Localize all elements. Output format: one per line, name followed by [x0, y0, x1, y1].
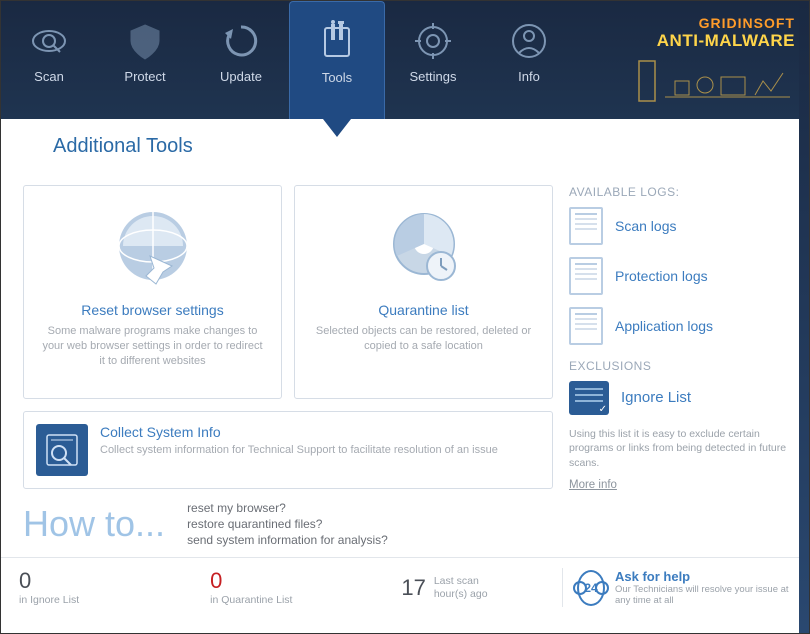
how-to-item[interactable]: reset my browser?: [187, 501, 388, 515]
stat-count: 17: [401, 577, 425, 599]
scan-logs-link[interactable]: Scan logs: [569, 207, 787, 245]
exclusions-heading: EXCLUSIONS: [569, 359, 787, 373]
exclusions-desc: Using this list it is easy to exclude ce…: [569, 427, 787, 471]
how-to-item[interactable]: send system information for analysis?: [187, 533, 388, 547]
more-info-link[interactable]: More info: [569, 479, 787, 491]
globe-reset-icon: [108, 204, 198, 294]
card-title: Collect System Info: [100, 424, 498, 440]
reset-browser-card[interactable]: Reset browser settings Some malware prog…: [23, 185, 282, 399]
content-area: Additional Tools Reset browser settings …: [1, 119, 809, 557]
tools-panel: Reset browser settings Some malware prog…: [23, 185, 553, 558]
main-tabs: Scan Protect Update Tools Settings: [1, 1, 577, 119]
tab-protect[interactable]: Protect: [97, 11, 193, 111]
brand-bottom: ANTI-MALWARE: [635, 31, 795, 51]
how-to-item[interactable]: restore quarantined files?: [187, 517, 388, 531]
help-title: Ask for help: [615, 569, 791, 584]
stat-count: 0: [19, 570, 202, 592]
tab-tools[interactable]: Tools: [289, 1, 385, 119]
tab-label: Update: [220, 69, 262, 84]
tab-info[interactable]: Info: [481, 11, 577, 111]
scan-log-icon: [569, 207, 603, 245]
exclusions-label: Ignore List: [621, 389, 691, 406]
stat-label: in Quarantine List: [210, 594, 393, 606]
quarantine-card[interactable]: Quarantine list Selected objects can be …: [294, 185, 553, 399]
brand-illustration-icon: [635, 57, 795, 105]
tab-label: Tools: [322, 70, 352, 85]
application-logs-link[interactable]: Application logs: [569, 307, 787, 345]
gear-icon: [411, 19, 455, 63]
tab-label: Scan: [34, 69, 64, 84]
status-bar: 0 in Ignore List 0 in Quarantine List 17…: [1, 557, 809, 617]
how-to-heading: How to...: [23, 503, 165, 545]
tools-icon: [315, 20, 359, 64]
tab-update[interactable]: Update: [193, 11, 289, 111]
app-log-icon: [569, 307, 603, 345]
card-title: Reset browser settings: [81, 302, 223, 318]
brand-top: GRIDINSOFT: [635, 15, 795, 31]
card-desc: Collect system information for Technical…: [100, 443, 498, 458]
ask-for-help[interactable]: 24 Ask for help Our Technicians will res…: [562, 568, 791, 607]
brand: GRIDINSOFT ANTI-MALWARE: [635, 15, 795, 110]
last-scan-line: hour(s) ago: [434, 588, 488, 601]
stat-count: 0: [210, 570, 393, 592]
collect-system-info-card[interactable]: Collect System Info Collect system infor…: [23, 411, 553, 489]
tab-label: Settings: [410, 69, 457, 84]
user-icon: [507, 19, 551, 63]
window-edge: [799, 1, 809, 633]
last-scan-line: Last scan: [434, 575, 488, 588]
card-desc: Some malware programs make changes to yo…: [34, 324, 271, 370]
last-scan-stat: 17 Last scan hour(s) ago: [401, 568, 554, 607]
log-label: Application logs: [615, 318, 713, 334]
tab-settings[interactable]: Settings: [385, 11, 481, 111]
headset-24-icon: 24: [577, 570, 605, 606]
app-header: Scan Protect Update Tools Settings: [1, 1, 809, 119]
ignore-list-link[interactable]: Ignore List: [569, 381, 787, 415]
ignore-stat: 0 in Ignore List: [19, 568, 202, 607]
page-title: Additional Tools: [53, 135, 787, 169]
card-desc: Selected objects can be restored, delete…: [305, 324, 542, 355]
system-info-icon: [36, 424, 88, 476]
how-to-section: How to... reset my browser? restore quar…: [23, 501, 553, 547]
protection-logs-link[interactable]: Protection logs: [569, 257, 787, 295]
tab-label: Protect: [124, 69, 165, 84]
tab-label: Info: [518, 69, 540, 84]
ignore-list-icon: [569, 381, 609, 415]
log-label: Protection logs: [615, 268, 708, 284]
scan-icon: [27, 19, 71, 63]
tab-scan[interactable]: Scan: [1, 11, 97, 111]
quarantine-stat: 0 in Quarantine List: [210, 568, 393, 607]
refresh-icon: [219, 19, 263, 63]
log-label: Scan logs: [615, 218, 676, 234]
protection-log-icon: [569, 257, 603, 295]
logs-heading: AVAILABLE LOGS:: [569, 185, 787, 199]
help-desc: Our Technicians will resolve your issue …: [615, 584, 791, 607]
card-title: Quarantine list: [378, 302, 468, 318]
side-panel: AVAILABLE LOGS: Scan logs Protection log…: [569, 185, 787, 558]
quarantine-icon: [379, 204, 469, 294]
stat-label: in Ignore List: [19, 594, 202, 606]
shield-icon: [123, 19, 167, 63]
